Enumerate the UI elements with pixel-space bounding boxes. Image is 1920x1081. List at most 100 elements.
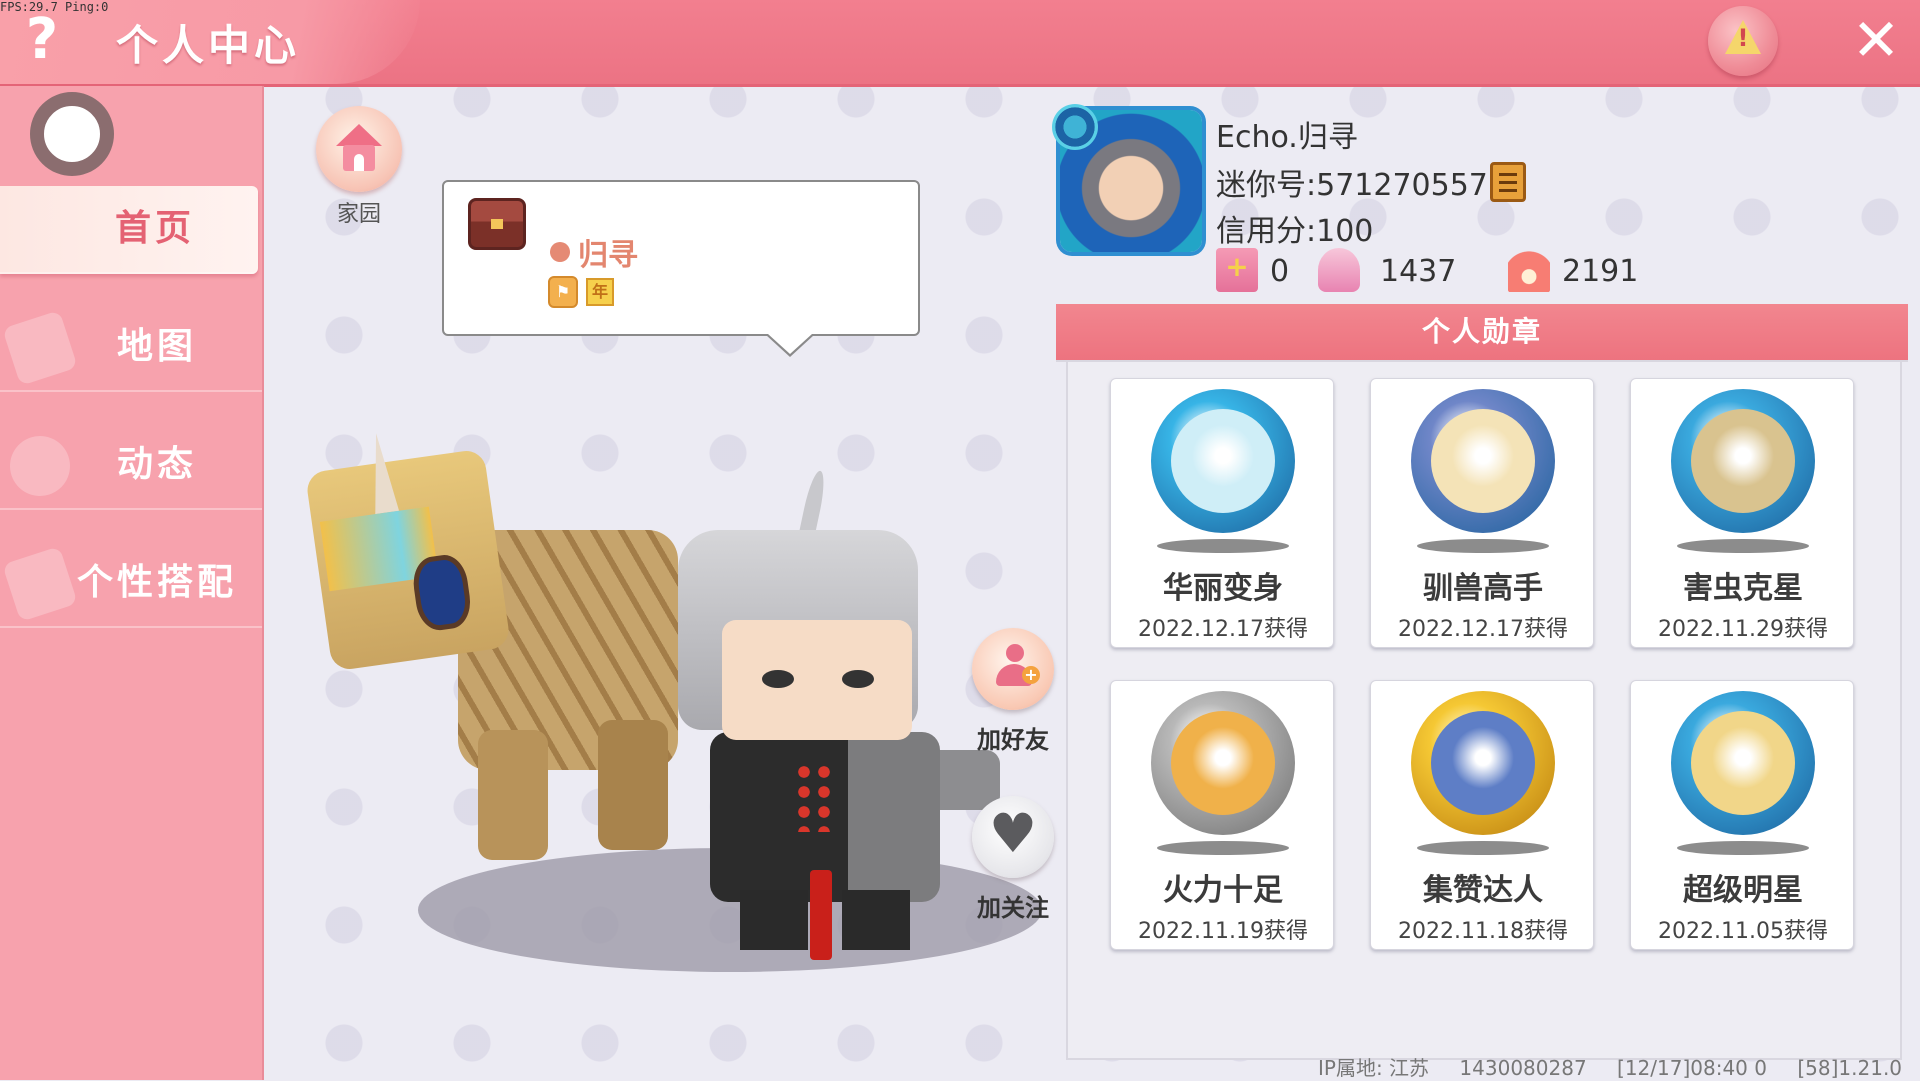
sidebar-item-map[interactable]: 地图 <box>0 304 262 392</box>
bubble-tail <box>768 334 812 354</box>
badge-date: 2022.11.18获得 <box>1398 919 1568 944</box>
badge-card[interactable]: 害虫克星 2022.11.29获得 <box>1630 378 1854 648</box>
red-tassel <box>810 870 832 960</box>
stat-value-likes: 0 <box>1270 254 1290 289</box>
add-user-head <box>1006 644 1024 662</box>
sidebar-item-home[interactable]: 首页 <box>0 186 258 274</box>
medal-shadow <box>1157 841 1289 855</box>
username: Echo.归寻 <box>1216 120 1358 155</box>
bubble-name: 归寻 <box>578 238 638 273</box>
add-user-icon: + <box>996 644 1040 686</box>
medal-shadow <box>1157 539 1289 553</box>
follow-button[interactable]: ♥ <box>972 796 1054 878</box>
avatar[interactable] <box>30 92 114 176</box>
badge-card[interactable]: 集赞达人 2022.11.18获得 <box>1370 680 1594 950</box>
sidebar-item-label: 动态 <box>116 444 197 485</box>
map-icon <box>2 310 78 386</box>
badge-name: 害虫克星 <box>1683 571 1803 606</box>
house-icon <box>336 124 382 146</box>
login-time: [12/17]08:40 0 <box>1617 1056 1767 1080</box>
year-badge-icon: 年 <box>586 278 614 306</box>
badge-card[interactable]: 超级明星 2022.11.05获得 <box>1630 680 1854 950</box>
chest-lock <box>491 219 503 229</box>
dino-horn <box>364 431 400 515</box>
badge-date: 2022.12.17获得 <box>1138 617 1308 642</box>
badge-date: 2022.11.29获得 <box>1658 617 1828 642</box>
flame-icon <box>1508 248 1550 292</box>
stat-value-heat: 2191 <box>1562 254 1639 289</box>
house-door <box>354 154 364 171</box>
badge-name: 集赞达人 <box>1423 873 1543 908</box>
heart-icon: ♥ <box>988 802 1038 865</box>
warning-mark: ! <box>1737 24 1749 52</box>
follow-label[interactable]: 加关注 <box>953 888 1073 923</box>
medal-core <box>1431 409 1535 513</box>
trophy-icon <box>1318 248 1360 292</box>
page-title: 个人中心 <box>116 21 301 70</box>
robe-buttons <box>794 762 834 832</box>
add-friend-label[interactable]: 加好友 <box>953 720 1073 755</box>
sidebar-item-outfit[interactable]: 个性搭配 <box>0 540 262 628</box>
dino-leg <box>478 730 548 860</box>
add-friend-button[interactable]: + <box>972 628 1054 710</box>
sidebar-item-label: 首页 <box>114 208 195 249</box>
top-bar: ? 个人中心 ! ✕ <box>0 0 1920 87</box>
character-eye <box>842 670 874 688</box>
outfit-icon <box>2 546 78 622</box>
dino-eye <box>409 552 474 634</box>
thumbs-up-medal-icon <box>1411 691 1555 835</box>
badge-date: 2022.11.05获得 <box>1658 919 1828 944</box>
dino-leg <box>598 720 668 850</box>
player-character <box>670 469 1000 960</box>
footer-info: IP属地: 江苏 1430080287 [12/17]08:40 0 [58]1… <box>1318 1052 1918 1080</box>
medal-core <box>1431 711 1535 815</box>
medal-shadow <box>1417 539 1549 553</box>
badge-name: 驯兽高手 <box>1423 571 1543 606</box>
mini-id: 迷你号:571270557 <box>1216 168 1488 203</box>
avatar-frame-deco <box>1052 104 1098 150</box>
version: [58]1.21.0 <box>1797 1056 1903 1080</box>
bug-medal-icon <box>1671 389 1815 533</box>
badge-card[interactable]: 驯兽高手 2022.12.17获得 <box>1370 378 1594 648</box>
plus-icon: + <box>1022 666 1040 684</box>
badge-card[interactable]: 火力十足 2022.11.19获得 <box>1110 680 1334 950</box>
star-medal-icon <box>1671 691 1815 835</box>
badge-card[interactable]: 华丽变身 2022.12.17获得 <box>1110 378 1334 648</box>
copy-icon[interactable] <box>1490 162 1526 202</box>
badge-date: 2022.12.17获得 <box>1398 617 1568 642</box>
badge-name: 华丽变身 <box>1163 571 1283 606</box>
stat-value-trophy: 1437 <box>1380 254 1457 289</box>
medal-shadow <box>1677 841 1809 855</box>
horse-rider-medal-icon <box>1411 389 1555 533</box>
medal-core <box>1171 409 1275 513</box>
home-label: 家园 <box>336 202 381 227</box>
ip-location: IP属地: 江苏 <box>1318 1056 1430 1080</box>
medal-core <box>1691 711 1795 815</box>
profile-avatar[interactable] <box>1052 104 1202 252</box>
copy-line <box>1499 181 1517 184</box>
home-button[interactable] <box>316 106 402 192</box>
sidebar-item-label: 地图 <box>116 326 197 367</box>
badges-panel-title: 个人勋章 <box>1056 304 1908 362</box>
warning-icon[interactable]: ! <box>1708 6 1778 76</box>
bell-icon <box>2 428 78 504</box>
copy-line <box>1499 189 1517 192</box>
user-uid: 1430080287 <box>1459 1056 1587 1080</box>
badge-name: 超级明星 <box>1683 873 1803 908</box>
bookmark-plus-icon <box>1216 248 1258 292</box>
status-bubble: 归寻 ⚑ 年 <box>442 180 920 336</box>
credit-score: 信用分:100 <box>1216 214 1374 249</box>
help-icon[interactable]: ? <box>18 10 66 70</box>
sidebar-item-label: 个性搭配 <box>76 562 237 603</box>
dinosaur-mount <box>304 400 698 860</box>
fps-readout: FPS:29.7 Ping:0 <box>0 0 109 14</box>
medal-shadow <box>1677 539 1809 553</box>
copy-line <box>1499 173 1517 176</box>
sidebar-item-feed[interactable]: 动态 <box>0 422 262 510</box>
weapon-chest-medal-icon <box>1151 691 1295 835</box>
close-icon[interactable]: ✕ <box>1848 11 1904 69</box>
character-eye <box>762 670 794 688</box>
badge-date: 2022.11.19获得 <box>1138 919 1308 944</box>
badge-name: 火力十足 <box>1163 873 1283 908</box>
dino-head <box>304 431 512 672</box>
